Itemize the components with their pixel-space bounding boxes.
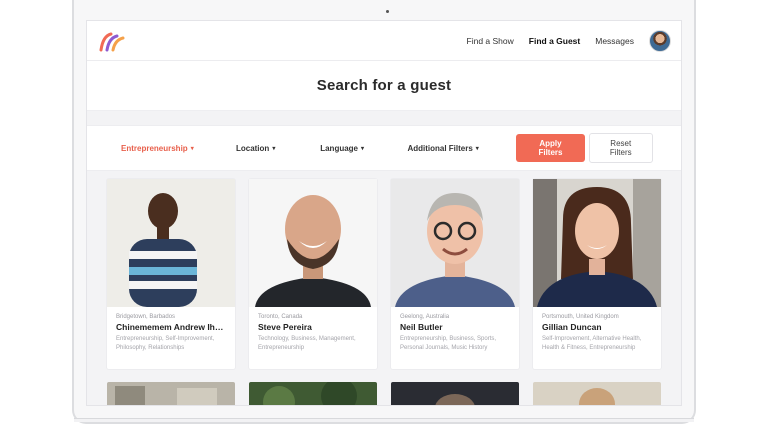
guest-name[interactable]: Steve Pereira [258, 322, 368, 332]
apply-filters-button[interactable]: Apply Filters [516, 134, 585, 162]
guest-card-partial[interactable] [533, 382, 661, 405]
chevron-down-icon: ▾ [272, 145, 276, 152]
guest-name[interactable]: Chinememem Andrew Ih… [116, 322, 226, 332]
top-navbar: Find a Show Find a Guest Messages [87, 21, 681, 61]
filter-language-dropdown[interactable]: Language ▾ [320, 144, 407, 153]
guest-topics: Entrepreneurship, Business, Sports, Pers… [400, 336, 497, 351]
guest-photo [391, 179, 519, 307]
nav-find-guest[interactable]: Find a Guest [529, 36, 580, 46]
guest-info: Toronto, Canada Steve Pereira Technology… [249, 307, 377, 359]
guest-card[interactable]: Geelong, Australia Neil Butler Entrepren… [391, 179, 519, 369]
filter-additional-dropdown[interactable]: Additional Filters ▾ [407, 144, 516, 153]
guest-card-partial[interactable] [249, 382, 377, 405]
guest-card[interactable]: Portsmouth, United Kingdom Gillian Dunca… [533, 179, 661, 369]
guest-location: Portsmouth, United Kingdom [542, 314, 619, 320]
guest-location: Geelong, Australia [400, 314, 450, 320]
nav-messages[interactable]: Messages [595, 36, 634, 46]
filter-additional-label: Additional Filters [407, 143, 473, 153]
filter-location-label: Location [235, 143, 270, 153]
chevron-down-icon: ▾ [190, 145, 194, 152]
laptop-camera [386, 10, 389, 13]
guest-photo [249, 179, 377, 307]
guest-info: Geelong, Australia Neil Butler Entrepren… [391, 307, 519, 359]
user-avatar[interactable] [649, 29, 671, 52]
filter-topic-label: Entrepreneurship [121, 143, 188, 153]
chevron-down-icon: ▾ [475, 145, 479, 152]
guest-card[interactable]: Bridgetown, Barbados Chinememem Andrew I… [107, 179, 235, 369]
guest-info: Portsmouth, United Kingdom Gillian Dunca… [533, 307, 661, 359]
guest-topics: Self-Improvement, Alternative Health, He… [542, 336, 642, 351]
nav-links: Find a Show Find a Guest Messages [467, 29, 671, 52]
page-header: Search for a guest [87, 61, 681, 111]
guest-card-partial[interactable] [107, 382, 235, 405]
chevron-down-icon: ▾ [361, 145, 365, 152]
filter-location-dropdown[interactable]: Location ▾ [236, 144, 320, 153]
filter-topic-dropdown[interactable]: Entrepreneurship ▾ [121, 144, 236, 153]
guest-location: Bridgetown, Barbados [116, 314, 176, 320]
reset-filters-button[interactable]: Reset Filters [588, 133, 654, 163]
laptop-base [74, 418, 694, 422]
guest-topics: Technology, Business, Management, Entrep… [258, 336, 356, 351]
guest-photo [107, 179, 235, 307]
guest-photo [533, 179, 661, 307]
nav-find-show[interactable]: Find a Show [467, 36, 514, 46]
guest-name[interactable]: Neil Butler [400, 322, 510, 332]
guest-card[interactable]: Toronto, Canada Steve Pereira Technology… [249, 179, 377, 369]
app-screen: Find a Show Find a Guest Messages Search… [86, 20, 682, 406]
guest-card-partial[interactable] [391, 382, 519, 405]
page-title: Search for a guest [316, 77, 452, 94]
guest-topics: Entrepreneurship, Self-Improvement, Phil… [116, 336, 215, 351]
guest-location: Toronto, Canada [258, 314, 303, 320]
guest-name[interactable]: Gillian Duncan [542, 322, 652, 332]
guest-info: Bridgetown, Barbados Chinememem Andrew I… [107, 307, 235, 359]
app-logo-icon[interactable] [99, 30, 127, 52]
filter-bar: Entrepreneurship ▾ Location ▾ Language ▾… [87, 125, 681, 171]
stage: Find a Show Find a Guest Messages Search… [0, 0, 768, 428]
filter-language-label: Language [320, 143, 358, 153]
